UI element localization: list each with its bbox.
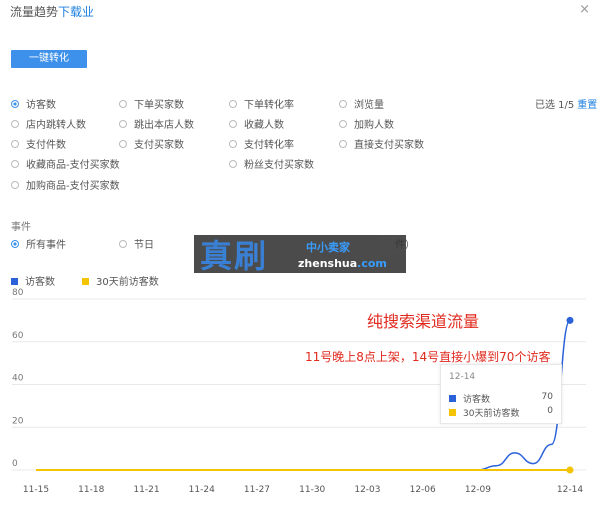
series-point-1 <box>566 466 574 474</box>
radio-selected-icon <box>11 240 19 248</box>
title-text: 流量趋势 <box>10 5 59 19</box>
metric-option[interactable]: 粉丝支付买家数 <box>229 156 314 171</box>
metric-option[interactable]: 跳出本店人数 <box>119 116 194 131</box>
y-tick-label: 20 <box>12 416 24 426</box>
close-icon[interactable]: × <box>579 2 590 17</box>
radio-icon <box>11 181 19 189</box>
chart-tooltip: 12-14 访客数 70 30天前访客数 0 <box>440 364 562 424</box>
radio-icon <box>229 160 237 168</box>
annotation-subtitle: 11号晚上8点上架，14号直接小爆到70个访客 <box>305 350 551 364</box>
metric-option[interactable]: 收藏商品-支付买家数 <box>11 156 120 171</box>
legend-swatch-blue <box>11 277 18 285</box>
x-tick-label: 11-15 <box>23 485 49 495</box>
event-option-holiday[interactable]: 节日 <box>119 236 154 251</box>
y-tick-label: 40 <box>12 374 24 384</box>
event-option-all[interactable]: 所有事件 <box>11 236 66 251</box>
legend-item-visitors[interactable]: 访客数 <box>11 273 55 288</box>
radio-icon <box>11 120 19 128</box>
x-tick-label: 11-30 <box>299 485 325 495</box>
x-tick-label: 11-27 <box>244 485 270 495</box>
y-tick-label: 0 <box>12 459 18 469</box>
radio-icon <box>119 100 127 108</box>
metric-option[interactable]: 支付转化率 <box>229 136 294 151</box>
selection-count: 已选 1/5 重置 <box>535 96 597 111</box>
metric-option[interactable]: 浏览量 <box>339 96 384 111</box>
watermark-big-text: 真刷 <box>200 237 269 275</box>
tooltip-row-visitors: 访客数 70 <box>449 392 553 405</box>
x-tick-label: 12-09 <box>465 485 491 495</box>
metric-option[interactable]: 支付买家数 <box>119 136 184 151</box>
metric-option[interactable]: 直接支付买家数 <box>339 136 424 151</box>
radio-icon <box>229 140 237 148</box>
metric-option[interactable]: 收藏人数 <box>229 116 284 131</box>
watermark-logo: 真刷 中小卖家 zhenshua.com <box>194 235 406 275</box>
tooltip-swatch-blue <box>449 395 456 402</box>
series-point-0 <box>566 316 574 324</box>
events-label: 事件 <box>11 222 31 233</box>
radio-icon <box>229 100 237 108</box>
radio-icon <box>119 240 127 248</box>
radio-icon <box>11 140 19 148</box>
metric-option[interactable]: 店内跳转人数 <box>11 116 86 131</box>
legend-item-visitors-30d[interactable]: 30天前访客数 <box>82 273 159 288</box>
y-tick-label: 80 <box>12 288 24 298</box>
title-highlight: 下载业 <box>58 5 95 19</box>
selected-count-text: 已选 1/5 <box>535 100 575 111</box>
x-tick-label: 11-21 <box>133 485 159 495</box>
panel-title: 流量趋势下载业 <box>10 3 94 20</box>
watermark-top-text: 中小卖家 <box>306 241 350 254</box>
x-tick-label: 12-14 <box>557 485 583 495</box>
radio-icon <box>229 120 237 128</box>
watermark-url: zhenshua.com <box>298 257 387 270</box>
x-tick-label: 11-18 <box>78 485 104 495</box>
x-tick-label: 11-24 <box>189 485 215 495</box>
metric-option[interactable]: 支付件数 <box>11 136 66 151</box>
metric-option[interactable]: 访客数 <box>11 96 56 111</box>
metric-option[interactable]: 加购商品-支付买家数 <box>11 177 120 192</box>
convert-button[interactable]: 一键转化 <box>11 50 87 68</box>
tooltip-swatch-yellow <box>449 409 456 416</box>
x-tick-label: 12-06 <box>410 485 436 495</box>
reset-link[interactable]: 重置 <box>577 100 597 111</box>
radio-icon <box>339 140 347 148</box>
annotation-title: 纯搜索渠道流量 <box>367 312 480 331</box>
x-tick-label: 12-03 <box>354 485 380 495</box>
radio-icon <box>11 160 19 168</box>
radio-icon <box>119 140 127 148</box>
y-tick-label: 60 <box>12 331 24 341</box>
radio-icon <box>339 100 347 108</box>
metric-option[interactable]: 下单买家数 <box>119 96 184 111</box>
tooltip-date: 12-14 <box>449 372 476 382</box>
legend-swatch-yellow <box>82 277 89 285</box>
radio-icon <box>339 120 347 128</box>
metric-option[interactable]: 下单转化率 <box>229 96 294 111</box>
tooltip-row-visitors-30d: 30天前访客数 0 <box>449 406 553 419</box>
radio-icon <box>119 120 127 128</box>
radio-selected-icon <box>11 100 19 108</box>
metric-option[interactable]: 加购人数 <box>339 116 394 131</box>
